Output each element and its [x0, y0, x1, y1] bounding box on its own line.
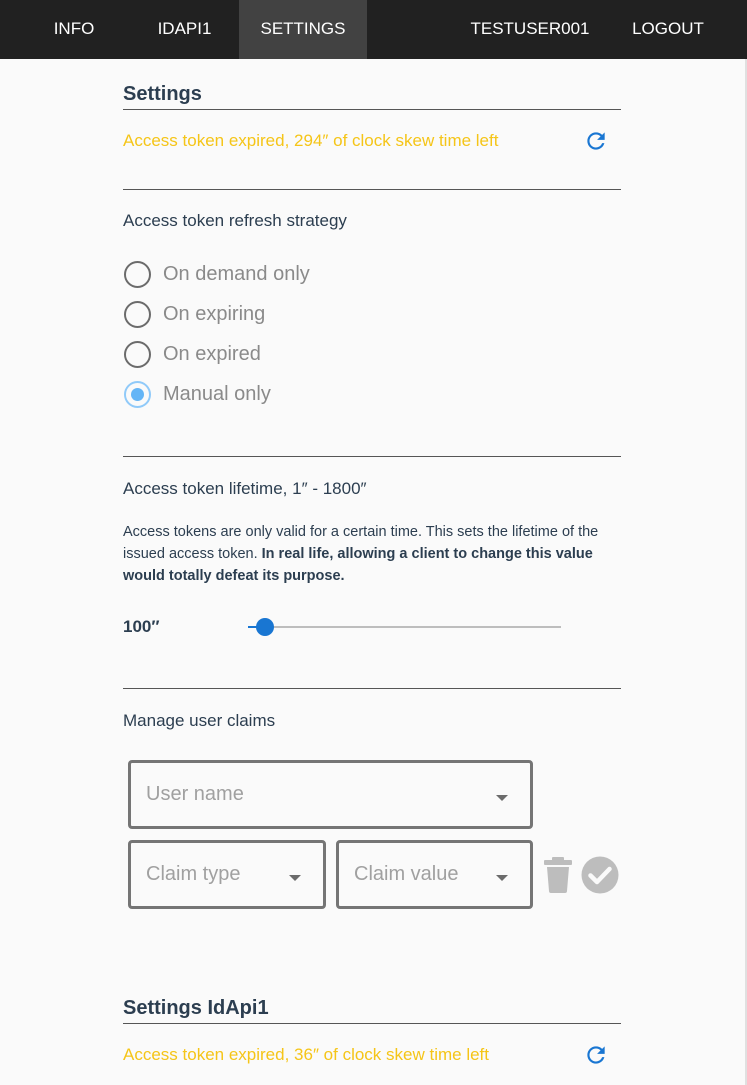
- trash-icon[interactable]: [542, 856, 574, 894]
- radio-on-expiring[interactable]: On expiring: [124, 299, 265, 329]
- claim-value-select[interactable]: Claim value: [336, 840, 533, 909]
- settings-title: Settings: [123, 83, 202, 105]
- claim-type-select[interactable]: Claim type: [128, 840, 326, 909]
- logout-button[interactable]: LOGOUT: [615, 0, 721, 59]
- radio-label: On demand only: [163, 262, 310, 285]
- radio-label: On expired: [163, 342, 261, 365]
- select-placeholder: Claim value: [354, 863, 459, 885]
- refresh-icon[interactable]: [583, 1042, 609, 1068]
- divider: [123, 1023, 621, 1024]
- radio-on-expired[interactable]: On expired: [124, 339, 261, 369]
- radio-label: On expiring: [163, 302, 266, 325]
- radio-circle-selected[interactable]: [124, 380, 151, 408]
- claims-label: Manage user claims: [123, 711, 276, 730]
- nav-item-settings[interactable]: SETTINGS: [239, 0, 367, 59]
- top-nav: INFO IDAPI1 SETTINGS TESTUSER001 LOGOUT: [0, 0, 747, 59]
- radio-manual-only[interactable]: Manual only: [124, 379, 271, 409]
- divider: [123, 109, 621, 110]
- token-status: Access token expired, 294″ of clock skew…: [123, 131, 499, 150]
- check-circle-icon[interactable]: [581, 856, 619, 894]
- chevron-down-icon: [496, 795, 508, 801]
- idapi1-token-status: Access token expired, 36″ of clock skew …: [123, 1045, 490, 1064]
- chevron-down-icon: [496, 875, 508, 881]
- nav-item-idapi1[interactable]: IDAPI1: [137, 0, 232, 59]
- radio-circle[interactable]: [124, 260, 151, 288]
- idapi1-settings-title: Settings IdApi1: [123, 997, 269, 1019]
- refresh-strategy-label: Access token refresh strategy: [123, 211, 347, 230]
- divider: [123, 189, 621, 190]
- radio-dot: [131, 387, 144, 401]
- nav-user[interactable]: TESTUSER001: [450, 0, 610, 59]
- lifetime-value: 100″: [123, 617, 160, 636]
- divider: [123, 688, 621, 689]
- chevron-down-icon: [289, 875, 301, 881]
- radio-label: Manual only: [163, 382, 271, 405]
- radio-circle[interactable]: [124, 300, 151, 328]
- nav-item-info[interactable]: INFO: [33, 0, 115, 59]
- lifetime-description: Access tokens are only valid for a certa…: [123, 521, 623, 587]
- divider: [123, 456, 621, 457]
- radio-circle[interactable]: [124, 340, 151, 368]
- select-placeholder: Claim type: [146, 863, 241, 885]
- radio-on-demand-only[interactable]: On demand only: [124, 259, 310, 289]
- lifetime-slider[interactable]: [248, 618, 561, 636]
- refresh-icon[interactable]: [583, 128, 609, 154]
- user-name-select[interactable]: User name: [128, 760, 533, 829]
- slider-thumb[interactable]: [256, 618, 275, 636]
- select-placeholder: User name: [146, 783, 244, 805]
- lifetime-label: Access token lifetime, 1″ - 1800″: [123, 479, 367, 498]
